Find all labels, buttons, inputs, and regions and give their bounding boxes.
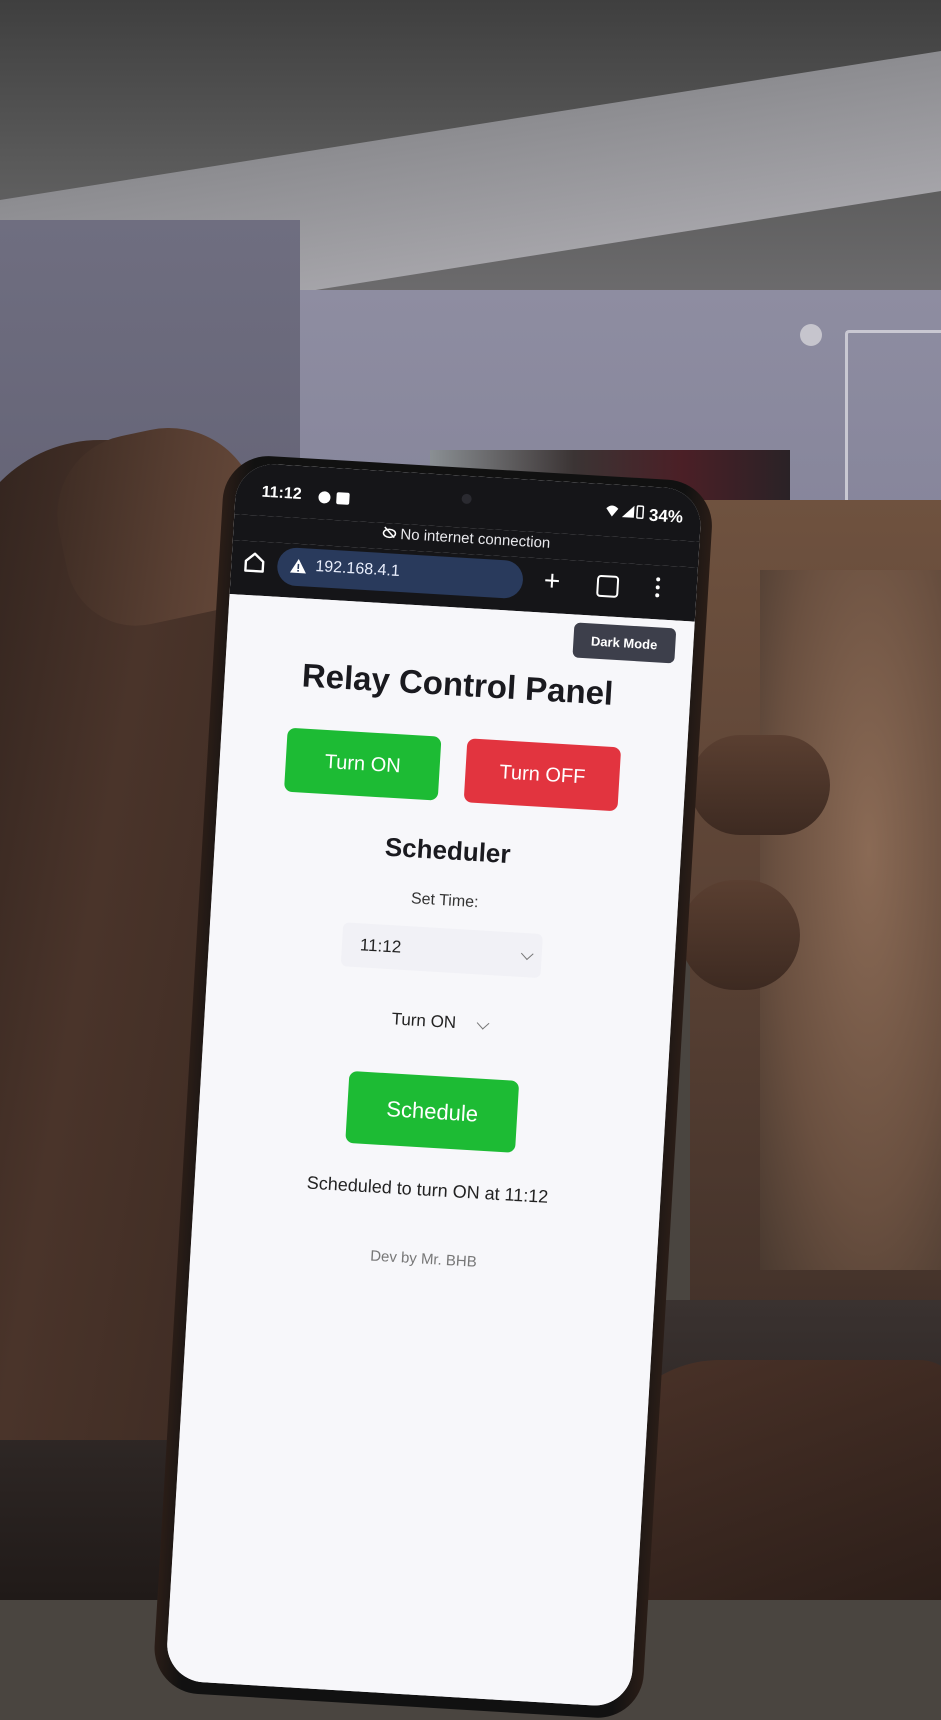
action-select[interactable]: Turn ON bbox=[376, 997, 498, 1048]
hand-finger bbox=[680, 880, 800, 990]
dark-mode-button[interactable]: Dark Mode bbox=[571, 622, 677, 664]
time-input[interactable]: 11:12 bbox=[340, 922, 543, 979]
battery-level: 34% bbox=[648, 505, 684, 527]
message-icon bbox=[318, 491, 350, 505]
scheduler-title: Scheduler bbox=[384, 831, 512, 870]
status-right: 34% bbox=[604, 502, 684, 528]
relay-buttons: Turn ON Turn OFF bbox=[218, 724, 687, 816]
tabs-icon[interactable] bbox=[596, 574, 620, 598]
schedule-button[interactable]: Schedule bbox=[345, 1070, 520, 1153]
set-time-label: Set Time: bbox=[410, 890, 479, 912]
cloud-off-icon bbox=[382, 526, 397, 539]
action-value: Turn ON bbox=[391, 1009, 457, 1033]
address-bar[interactable]: 192.168.4.1 bbox=[276, 546, 525, 600]
warning-icon[interactable] bbox=[289, 557, 308, 574]
time-value: 11:12 bbox=[359, 935, 402, 957]
chevron-down-icon bbox=[520, 947, 534, 961]
chevron-down-icon bbox=[476, 1016, 490, 1030]
front-camera bbox=[461, 493, 472, 505]
new-tab-icon[interactable]: + bbox=[543, 565, 561, 597]
turn-on-button[interactable]: Turn ON bbox=[283, 727, 442, 801]
hand-finger bbox=[690, 735, 830, 835]
signal-icon bbox=[606, 505, 645, 520]
turn-off-button[interactable]: Turn OFF bbox=[463, 738, 622, 812]
wall-fixture bbox=[800, 324, 822, 346]
web-page: Dark Mode Relay Control Panel Turn ON Tu… bbox=[165, 593, 695, 1708]
home-icon[interactable] bbox=[241, 549, 268, 576]
menu-icon[interactable] bbox=[654, 577, 661, 601]
status-time: 11:12 bbox=[261, 483, 303, 504]
footer-credit: Dev by Mr. BHB bbox=[369, 1247, 478, 1271]
notification-icons bbox=[317, 489, 352, 510]
schedule-status: Scheduled to turn ON at 11:12 bbox=[306, 1172, 549, 1207]
phone-screen: 11:12 34% No internet connection 192.168… bbox=[165, 462, 703, 1708]
url-text: 192.168.4.1 bbox=[314, 558, 401, 580]
